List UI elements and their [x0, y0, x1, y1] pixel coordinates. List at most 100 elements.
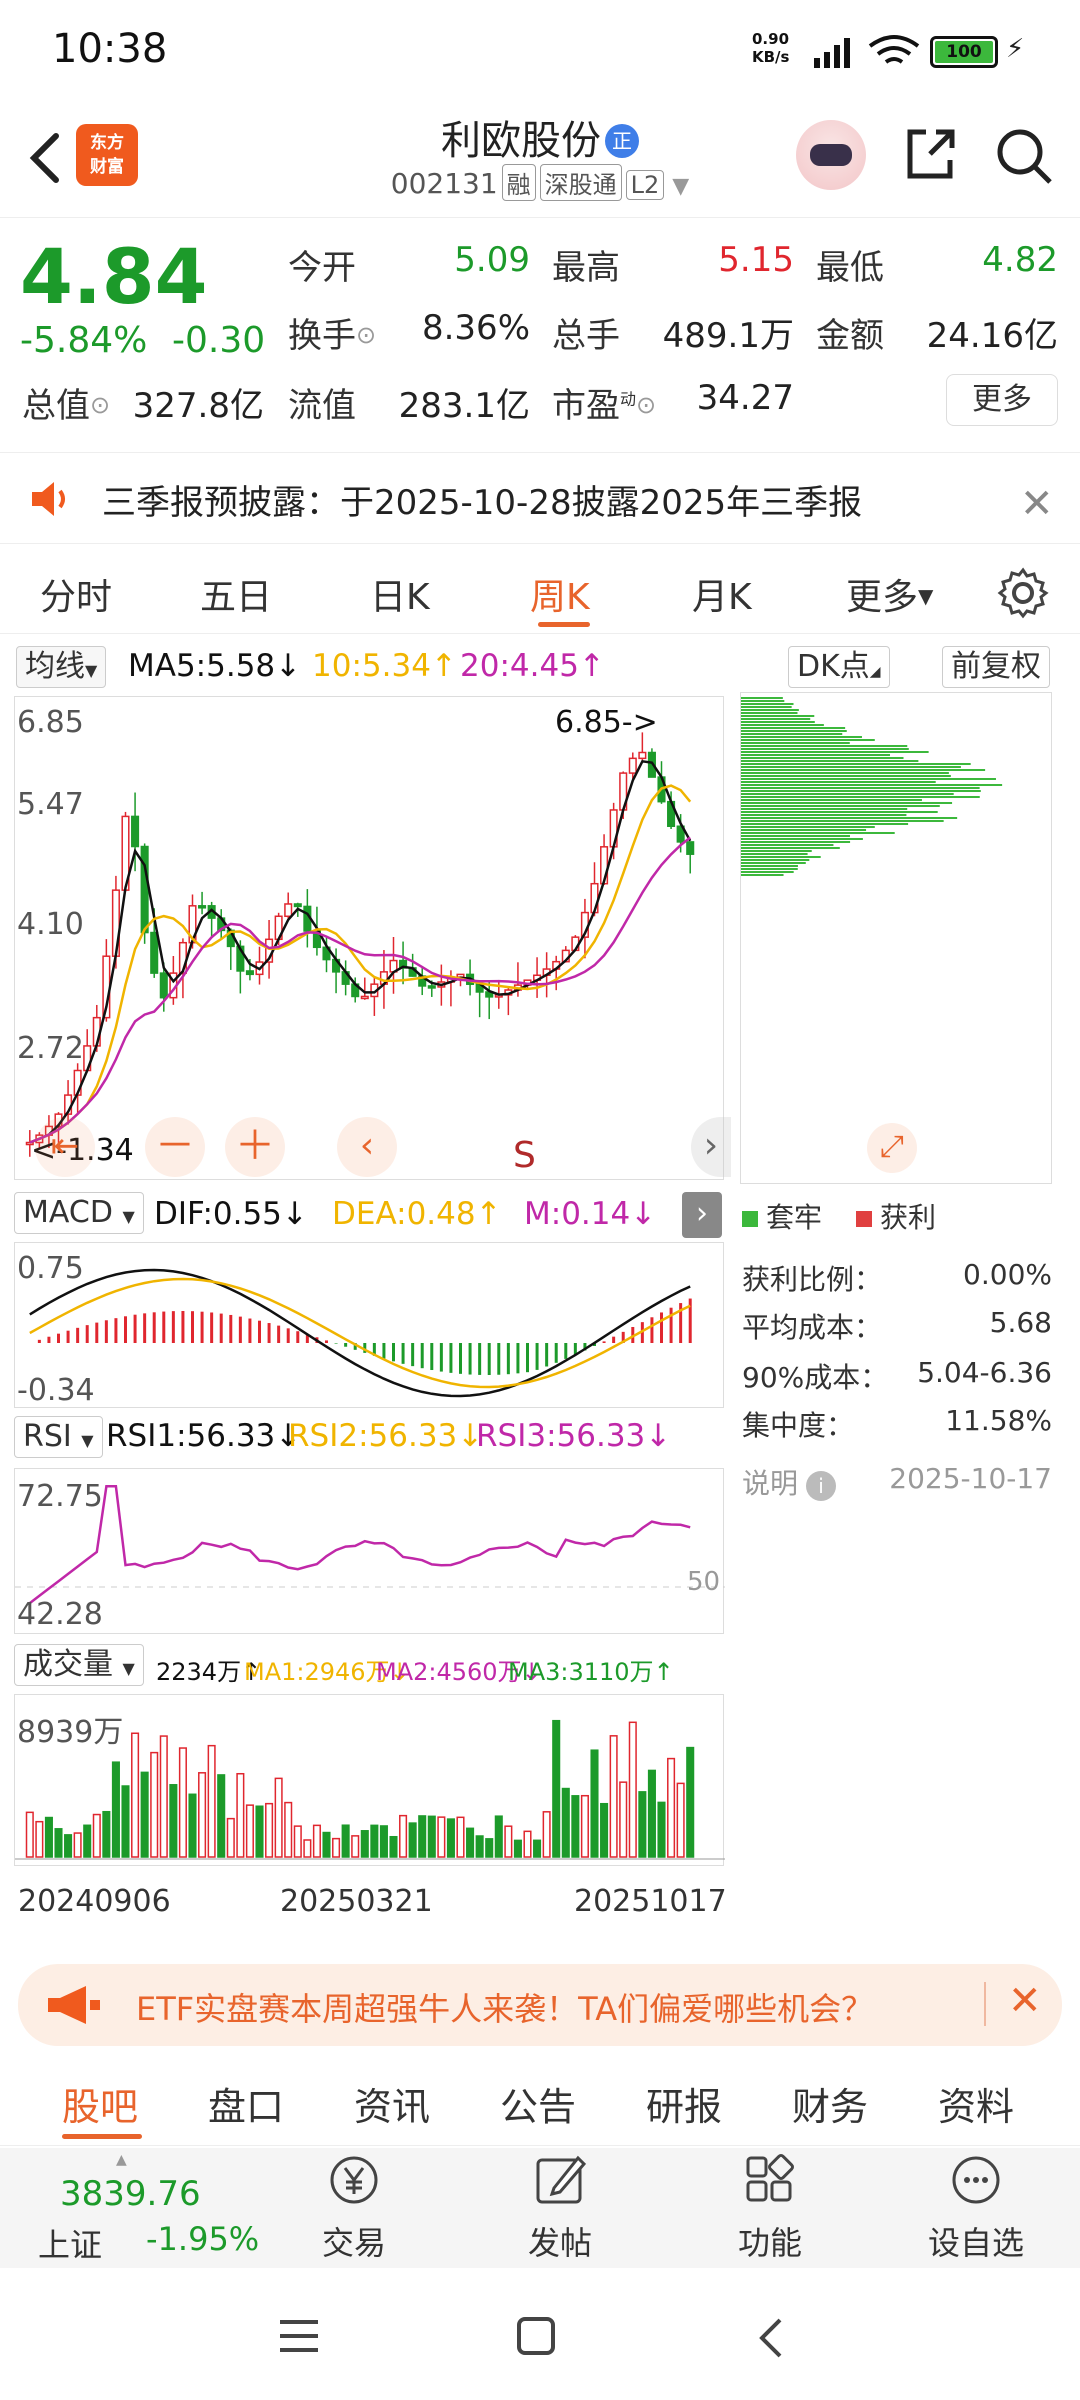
tab-intraday[interactable]: 分时	[40, 568, 112, 620]
chip-bar	[741, 853, 808, 855]
scroll-start-icon[interactable]: ⇤	[35, 1117, 95, 1177]
float-label: 流值	[288, 386, 356, 426]
stat-profit-ratio: 获利比例： 0.00%	[742, 1258, 1052, 1298]
change-percent: -5.84%	[20, 320, 148, 361]
tab-research[interactable]: 研报	[646, 2076, 722, 2131]
tab-orderbook[interactable]: 盘口	[208, 2076, 284, 2131]
stat-note-row[interactable]: 说明 i 2025-10-17	[742, 1462, 1052, 1502]
info-icon[interactable]: ⊙	[356, 321, 376, 349]
chip-bar	[741, 763, 971, 765]
menu-icon[interactable]	[278, 2316, 322, 2356]
volume-selector[interactable]: 成交量 ▼	[14, 1644, 144, 1686]
zoom-out-icon[interactable]: －	[145, 1117, 205, 1177]
index-change: -1.95%	[146, 2220, 260, 2258]
tab-finance[interactable]: 财务	[792, 2076, 868, 2131]
legend-profit: 获利	[856, 1196, 936, 1236]
promo-text: ETF实盘赛本周超强牛人来袭！TA们偏爱哪些机会？	[136, 1990, 874, 2028]
tab-weekly-k[interactable]: 周K	[530, 568, 590, 620]
more-button[interactable]: 更多	[946, 374, 1058, 426]
notice-bar[interactable]: 三季报预披露：于2025-10-28披露2025年三季报 ✕	[0, 452, 1080, 544]
nav-post[interactable]: 发帖	[500, 2152, 620, 2264]
rsi-chart[interactable]: 72.75 42.28 50	[14, 1468, 725, 1634]
search-icon[interactable]	[994, 126, 1054, 186]
chip-bar	[741, 766, 961, 768]
promo-banner[interactable]: ETF实盘赛本周超强牛人来袭！TA们偏爱哪些机会？ ✕	[18, 1964, 1062, 2046]
expand-panel-icon[interactable]: ›	[682, 1192, 722, 1238]
tab-five-day[interactable]: 五日	[200, 568, 272, 620]
share-icon[interactable]	[902, 126, 958, 182]
tab-news[interactable]: 资讯	[354, 2076, 430, 2131]
volume-bar	[676, 1782, 685, 1858]
volume-bar	[169, 1784, 178, 1858]
amount-label: 金额	[816, 316, 884, 356]
candle-body	[628, 757, 637, 774]
scroll-left-icon[interactable]: ‹	[337, 1117, 397, 1177]
chip-bar	[741, 847, 840, 849]
rsi-selector[interactable]: RSI ▼	[14, 1416, 103, 1458]
tab-profile[interactable]: 资料	[938, 2076, 1014, 2131]
close-icon[interactable]: ✕	[1008, 1978, 1042, 2024]
dk-point-selector[interactable]: DK点◢	[788, 646, 890, 688]
nav-trade[interactable]: 交易	[294, 2152, 414, 2264]
nav-watchlist[interactable]: 设自选	[916, 2152, 1036, 2264]
adjust-selector[interactable]: 前复权	[942, 646, 1050, 688]
stat-value: 0.00%	[963, 1258, 1052, 1291]
volume-bar	[207, 1744, 216, 1858]
volume-ma3-text: MA3:3110万	[508, 1658, 654, 1686]
kline-chart[interactable]: 6.85 5.47 4.10 2.72 6.85-> <-1.34 S ＋ － …	[14, 696, 731, 1180]
tab-forum[interactable]: 股吧	[62, 2076, 138, 2131]
volume-bar	[92, 1813, 101, 1858]
candle-body	[150, 931, 159, 974]
candle-body	[427, 985, 436, 989]
info-icon[interactable]: ⊙	[90, 391, 110, 419]
volume-bar	[159, 1735, 168, 1858]
volume-bar	[274, 1777, 283, 1858]
ma10-text: 10:5.34	[312, 648, 431, 684]
chip-bar	[741, 748, 909, 750]
pe-label-text: 市盈	[552, 386, 620, 426]
active-tab-indicator	[538, 622, 590, 627]
tab-daily-k[interactable]: 日K	[370, 568, 430, 620]
chip-bar	[741, 817, 958, 819]
signal-icon	[814, 38, 850, 68]
macd-svg	[29, 1268, 692, 1398]
rsi-y-top: 72.75	[17, 1479, 103, 1514]
rsi-svg	[15, 1485, 725, 1605]
rsi2-value: RSI2:56.33↓	[288, 1418, 484, 1454]
battery-icon: 100	[930, 36, 998, 68]
back-nav-icon[interactable]	[756, 2316, 786, 2360]
gear-icon[interactable]	[996, 566, 1050, 620]
more-icon	[952, 2156, 1000, 2204]
expand-icon[interactable]: ⤢	[867, 1123, 917, 1173]
nav-watchlist-label: 设自选	[927, 2224, 1024, 2262]
info-icon[interactable]: ⊙	[636, 391, 656, 419]
zoom-in-icon[interactable]: ＋	[225, 1117, 285, 1177]
ai-assistant-icon[interactable]	[796, 120, 866, 190]
close-icon[interactable]: ✕	[1020, 481, 1054, 527]
divider	[984, 1982, 986, 2026]
chip-bar	[741, 835, 850, 837]
macd-selector[interactable]: MACD ▼	[14, 1192, 144, 1234]
home-icon[interactable]	[516, 2316, 558, 2358]
info-icon[interactable]: i	[806, 1471, 837, 1501]
low-value: 4.82	[982, 240, 1058, 280]
ma5-value: MA5:5.58↓	[128, 648, 302, 684]
nav-features[interactable]: 功能	[710, 2152, 830, 2264]
volume-bar	[44, 1816, 53, 1858]
chip-bar	[741, 736, 862, 738]
stock-header: 东方 财富 利欧股份正 002131 融深股通 L2 ▼	[0, 100, 1080, 218]
dea-value: DEA:0.48↑	[332, 1196, 502, 1232]
tab-monthly-k[interactable]: 月K	[692, 568, 752, 620]
tab-announcements[interactable]: 公告	[500, 2076, 576, 2131]
indicator-selector[interactable]: 均线▼	[16, 646, 107, 688]
chip-bar	[741, 781, 936, 783]
rsi-y-bottom: 42.28	[17, 1597, 103, 1632]
volume-chart[interactable]: 8939万	[14, 1694, 725, 1866]
volume-bar	[284, 1801, 293, 1858]
grid-icon	[746, 2154, 794, 2202]
dropdown-icon[interactable]: ▼	[672, 174, 689, 199]
notice-text: 三季报预披露：于2025-10-28披露2025年三季报	[102, 483, 863, 523]
tab-more[interactable]: 更多▼	[846, 568, 933, 620]
macd-chart[interactable]: 0.75 -0.34	[14, 1242, 724, 1408]
chip-bar	[741, 790, 981, 792]
